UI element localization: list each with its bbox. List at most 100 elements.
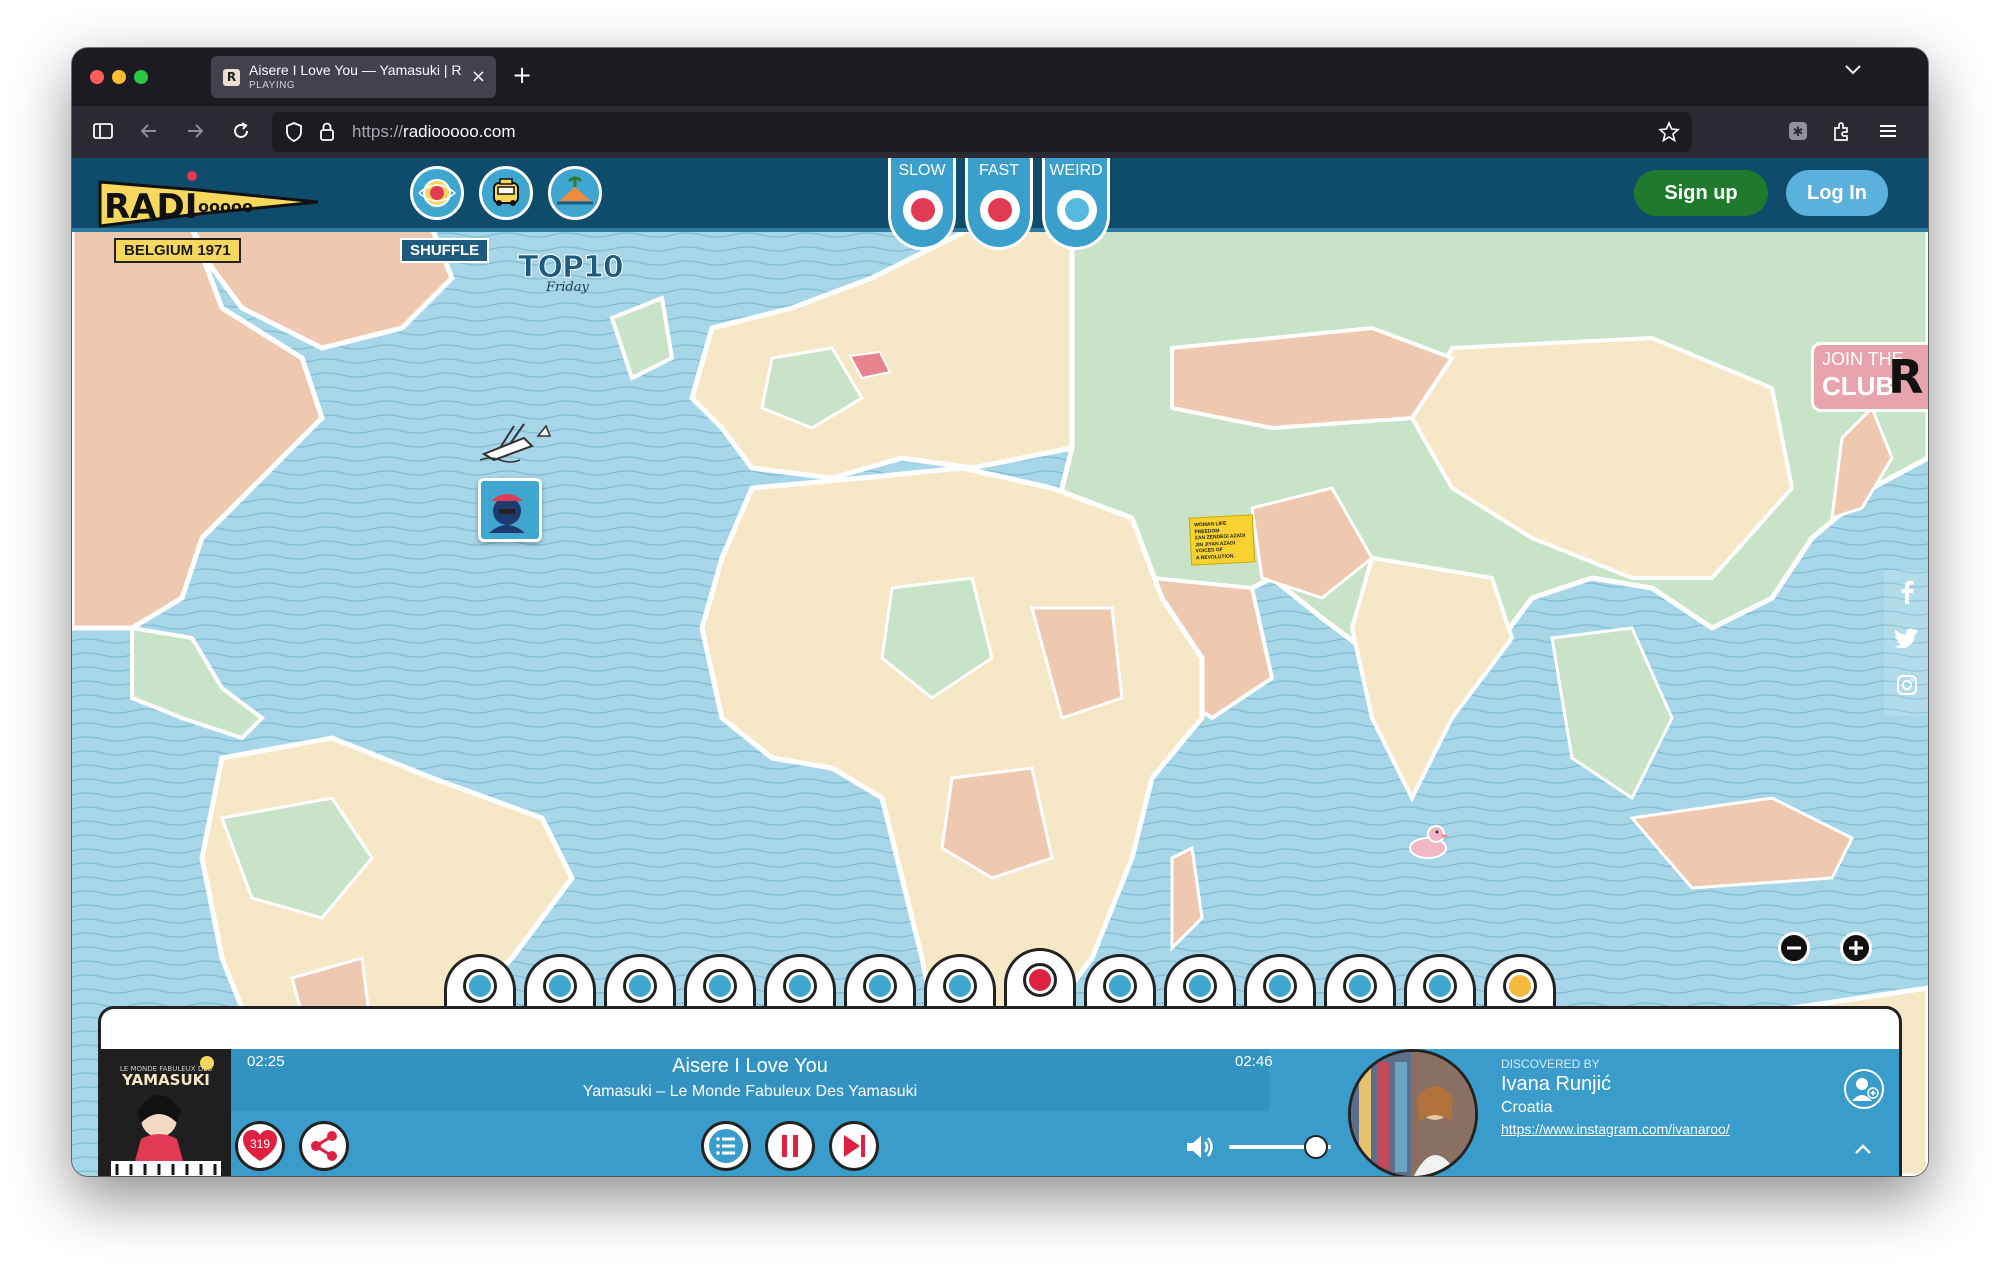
tracking-shield-icon[interactable]	[284, 121, 304, 143]
minimize-window-button[interactable]	[112, 70, 126, 84]
join-line-2: CLUB	[1822, 371, 1895, 401]
radiooooo-favicon-icon: R	[223, 69, 240, 86]
zoom-out-button[interactable]	[1778, 932, 1810, 964]
decade-knob-icon	[703, 969, 737, 1003]
hamburger-menu-icon[interactable]	[1877, 120, 1899, 142]
url-domain: radiooooo.com	[403, 122, 516, 141]
decade-knob-icon	[1183, 969, 1217, 1003]
playlist-button[interactable]	[701, 1121, 751, 1171]
reload-icon[interactable]	[230, 120, 252, 142]
decade-knob-icon	[1023, 963, 1057, 997]
mood-weird-knob	[1057, 190, 1097, 230]
add-discoverer-button[interactable]	[1844, 1069, 1884, 1109]
decade-knob-icon	[1423, 969, 1457, 1003]
decade-knob-icon	[543, 969, 577, 1003]
album-cover[interactable]: LE MONDE FABULEUX DES YAMASUKI	[101, 1049, 231, 1176]
shuffle-button[interactable]: SHUFFLE	[400, 238, 490, 263]
discoverer-link[interactable]: https://www.instagram.com/ivanaroo/	[1501, 1121, 1730, 1137]
person-add-icon	[1852, 1078, 1879, 1101]
time-elapsed: 02:25	[247, 1053, 285, 1070]
join-the-club-button[interactable]: JOIN THE CLUB R	[1811, 342, 1928, 412]
radio-on-globe-button[interactable]	[410, 166, 464, 220]
discoverer-name[interactable]: Ivana Runjić	[1501, 1073, 1611, 1096]
browser-tab-active[interactable]: R Aisere I Love You — Yamasuki | R PLAYI…	[211, 56, 496, 98]
pause-button[interactable]	[765, 1121, 815, 1171]
mood-weird-button[interactable]: WEIRD	[1042, 158, 1110, 250]
tab-subtitle: PLAYING	[249, 80, 296, 91]
discoverer-country: Croatia	[1501, 1099, 1553, 1116]
sign-up-button[interactable]: Sign up	[1634, 170, 1768, 216]
land-kazakhstan[interactable]	[1170, 325, 1456, 431]
artist-avatar-marker-icon[interactable]	[478, 478, 542, 542]
social-links-bar	[1884, 570, 1928, 716]
expand-player-chevron-up-icon[interactable]	[1853, 1143, 1873, 1155]
artist-album: Yamasuki – Le Monde Fabuleux Des Yamasuk…	[582, 1083, 918, 1100]
decade-knob-icon	[943, 969, 977, 1003]
track-info: Aisere I Love You Yamasuki – Le Monde Fa…	[231, 1049, 1269, 1111]
new-tab-plus-icon[interactable]: +	[512, 61, 532, 89]
top10-subtitle: Friday	[546, 280, 589, 295]
like-count: 319	[249, 1137, 271, 1151]
voices-of-revolution-poster[interactable]: WOMAN LIFE FREEDOM ZAN ZENDEGI AZADI JIN…	[1188, 514, 1256, 566]
volume-slider[interactable]	[1229, 1135, 1331, 1159]
share-icon	[311, 1131, 337, 1161]
decade-knob-icon	[783, 969, 817, 1003]
mood-fast-label: FAST	[978, 162, 1019, 179]
forward-arrow-icon[interactable]	[184, 120, 206, 142]
volume-slider-knob[interactable]	[1303, 1135, 1328, 1159]
club-r-logo-icon: R	[1888, 350, 1923, 404]
bookmark-star-icon[interactable]	[1658, 121, 1680, 143]
radiooooo-logo[interactable]: RADI ooooo	[98, 168, 319, 240]
mood-fast-knob	[980, 190, 1020, 230]
close-window-button[interactable]	[90, 70, 104, 84]
extension-puzzle-icon[interactable]: ✱	[1787, 120, 1809, 142]
navigation-bar: https://radiooooo.com ✱	[72, 106, 1928, 158]
url-text[interactable]: https://radiooooo.com	[352, 122, 516, 142]
lock-icon[interactable]	[318, 120, 336, 142]
facebook-icon[interactable]	[1898, 580, 1916, 604]
mood-weird-label: WEIRD	[1049, 162, 1103, 179]
mood-slow-knob	[903, 190, 943, 230]
decade-knob-icon	[863, 969, 897, 1003]
location-badge: BELGIUM 1971	[114, 238, 241, 263]
log-in-button[interactable]: Log In	[1786, 170, 1888, 216]
rubber-duck-icon[interactable]	[1404, 818, 1452, 866]
mood-slow-button[interactable]: SLOW	[888, 158, 956, 250]
decade-knob-icon	[1503, 969, 1537, 1003]
top10-friday-button[interactable]: TOP10 Friday	[518, 250, 634, 300]
zoom-in-button[interactable]	[1840, 932, 1872, 964]
island-mode-button[interactable]	[548, 166, 602, 220]
time-total: 02:46	[1235, 1053, 1273, 1070]
page-content: WOMAN LIFE FREEDOM ZAN ZENDEGI AZADI JIN…	[72, 158, 1928, 1176]
address-bar[interactable]: https://radiooooo.com	[272, 112, 1692, 152]
decade-knob-icon	[623, 969, 657, 1003]
list-all-tabs-chevron-icon[interactable]	[1844, 64, 1862, 76]
next-track-button[interactable]	[829, 1121, 879, 1171]
decade-knob-icon	[1263, 969, 1297, 1003]
url-scheme: https://	[352, 122, 404, 141]
decade-knob-icon	[463, 969, 497, 1003]
zoom-window-button[interactable]	[134, 70, 148, 84]
instagram-icon[interactable]	[1896, 674, 1918, 696]
song-title: Aisere I Love You	[672, 1055, 828, 1077]
tab-title: Aisere I Love You — Yamasuki | R	[249, 62, 461, 78]
tab-bar: R Aisere I Love You — Yamasuki | R PLAYI…	[72, 48, 1928, 106]
back-arrow-icon[interactable]	[138, 120, 160, 142]
sidebar-icon[interactable]	[92, 120, 114, 142]
list-icon	[709, 1129, 743, 1163]
tab-close-icon[interactable]: ×	[471, 66, 486, 87]
volume-speaker-icon[interactable]	[1185, 1133, 1217, 1161]
svg-text:RADI: RADI	[104, 187, 197, 227]
mood-fast-button[interactable]: FAST	[965, 158, 1033, 250]
twitter-icon[interactable]	[1895, 628, 1919, 648]
taxi-mode-button[interactable]	[479, 166, 533, 220]
discoverer-avatar[interactable]	[1348, 1049, 1478, 1176]
plus-icon	[1849, 941, 1863, 955]
like-button[interactable]: 319	[235, 1121, 285, 1171]
shipwreck-illustration-icon[interactable]	[479, 420, 552, 464]
skip-next-icon	[844, 1135, 865, 1157]
share-button[interactable]	[299, 1121, 349, 1171]
decade-knob-icon	[1103, 969, 1137, 1003]
extensions-icon[interactable]	[1831, 120, 1853, 142]
album-cover-title: YAMASUKI	[121, 1071, 210, 1089]
